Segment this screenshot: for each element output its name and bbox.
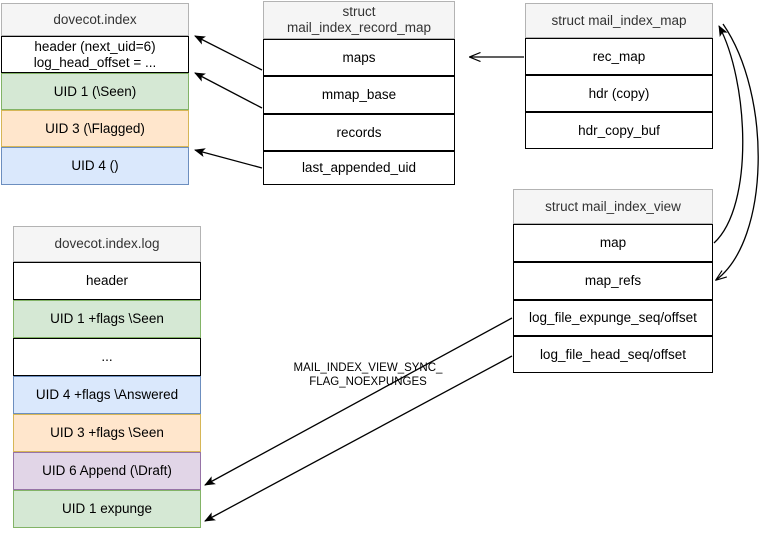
row-index-map-hdr-copy-buf: hdr_copy_buf bbox=[525, 112, 713, 149]
arrow-mmapbase-to-index-header bbox=[194, 35, 263, 71]
edge-label-view-sync-flag: MAIL_INDEX_VIEW_SYNC_ FLAG_NOEXPUNGES bbox=[293, 362, 443, 389]
row-record-map-mmap-base: mmap_base bbox=[263, 76, 455, 114]
table-title-index-map: struct mail_index_map bbox=[525, 3, 713, 38]
row-record-map-maps: maps bbox=[263, 39, 455, 76]
row-log-header: header bbox=[13, 262, 201, 300]
row-record-map-records: records bbox=[263, 114, 455, 151]
row-index-view-map-refs: map_refs bbox=[513, 262, 713, 300]
row-log-uid6-append: UID 6 Append (\Draft) bbox=[13, 452, 201, 490]
table-title-index-view: struct mail_index_view bbox=[513, 189, 713, 224]
table-mail-index-map: struct mail_index_map rec_map hdr (copy)… bbox=[525, 3, 713, 149]
arrow-records-to-index-records bbox=[194, 72, 263, 109]
row-dovecot-index-uid3: UID 3 (\Flagged) bbox=[1, 110, 189, 147]
arrow-lastappendeduid-to-index-uid4 bbox=[194, 148, 263, 169]
table-title-record-map: struct mail_index_record_map bbox=[263, 1, 455, 39]
row-index-view-log-file-head: log_file_head_seq/offset bbox=[513, 336, 713, 373]
row-index-map-hdr-copy: hdr (copy) bbox=[525, 75, 713, 112]
row-log-uid1-expunge: UID 1 expunge bbox=[13, 490, 201, 528]
arrow-log-expunge-to-log-uid6 bbox=[204, 317, 513, 486]
table-dovecot-index: dovecot.index header (next_uid=6) log_he… bbox=[1, 3, 189, 185]
table-mail-index-record-map: struct mail_index_record_map maps mmap_b… bbox=[263, 1, 455, 185]
row-record-map-last-appended-uid: last_appended_uid bbox=[263, 151, 455, 185]
row-log-uid4-answered: UID 4 +flags \Answered bbox=[13, 376, 201, 414]
table-dovecot-index-log: dovecot.index.log header UID 1 +flags \S… bbox=[13, 226, 201, 528]
row-log-uid1-seen: UID 1 +flags \Seen bbox=[13, 300, 201, 338]
diagram-canvas: dovecot.index header (next_uid=6) log_he… bbox=[0, 0, 770, 537]
table-title-dovecot-index: dovecot.index bbox=[1, 3, 189, 36]
row-log-uid3-seen: UID 3 +flags \Seen bbox=[13, 414, 201, 452]
row-log-ellipsis: ... bbox=[13, 338, 201, 376]
arrow-view-map-to-index-map bbox=[713, 25, 744, 244]
row-index-view-map: map bbox=[513, 224, 713, 262]
arrow-index-map-to-map-refs bbox=[716, 23, 759, 280]
row-index-map-rec-map: rec_map bbox=[525, 38, 713, 75]
row-dovecot-index-uid1: UID 1 (\Seen) bbox=[1, 73, 189, 110]
table-mail-index-view: struct mail_index_view map map_refs log_… bbox=[513, 189, 713, 373]
row-dovecot-index-header: header (next_uid=6) log_head_offset = ..… bbox=[1, 36, 189, 73]
row-dovecot-index-uid4: UID 4 () bbox=[1, 147, 189, 185]
table-title-dovecot-index-log: dovecot.index.log bbox=[13, 226, 201, 262]
row-index-view-log-file-expunge: log_file_expunge_seq/offset bbox=[513, 300, 713, 336]
